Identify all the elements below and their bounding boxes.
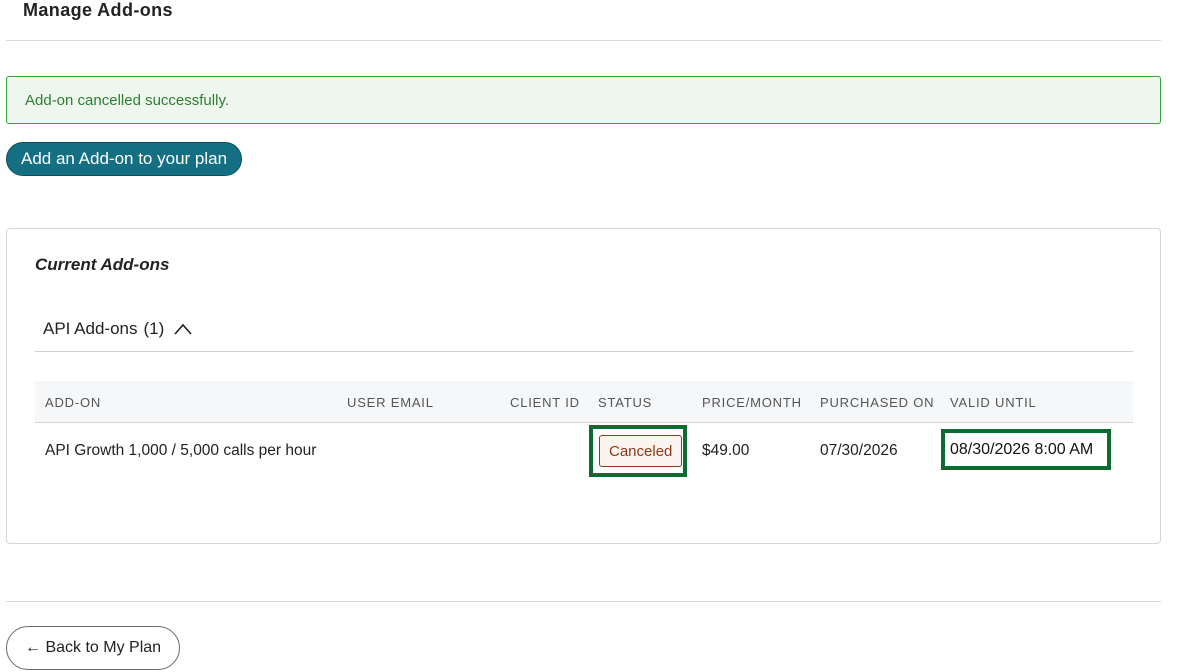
cell-addon-name: API Growth 1,000 / 5,000 calls per hour: [45, 442, 317, 459]
chevron-up-icon: [174, 323, 192, 335]
section-divider: [35, 351, 1133, 352]
status-badge: Canceled: [599, 435, 683, 467]
table-header: ADD-ON USER EMAIL CLIENT ID STATUS PRICE…: [35, 381, 1133, 423]
add-addon-button[interactable]: Add an Add-on to your plan: [6, 142, 243, 176]
alert-message: Add-on cancelled successfully.: [25, 91, 229, 109]
column-header-price: PRICE/MONTH: [702, 395, 802, 410]
back-to-plan-button[interactable]: ← Back to My Plan: [6, 626, 181, 670]
current-addons-card: Current Add-ons API Add-ons (1) ADD-ON U…: [6, 228, 1161, 544]
page-title: Manage Add-ons: [23, 0, 173, 20]
column-header-client-id: CLIENT ID: [510, 395, 580, 410]
success-alert: Add-on cancelled successfully.: [6, 76, 1161, 124]
section-count: (1): [143, 319, 165, 338]
column-header-addon: ADD-ON: [45, 395, 102, 410]
card-title: Current Add-ons: [35, 255, 170, 274]
column-header-valid-until: VALID UNTIL: [950, 395, 1037, 410]
table-row: API Growth 1,000 / 5,000 calls per hour …: [35, 423, 1133, 479]
footer-divider: [6, 601, 1161, 602]
header-divider: [6, 40, 1161, 41]
cell-purchased-on: 07/30/2026: [820, 442, 898, 459]
status-highlight: Canceled: [589, 425, 687, 477]
cell-valid-until: 08/30/2026 8:00 AM: [950, 440, 1094, 458]
section-label: API Add-ons: [43, 319, 138, 338]
cell-price: $49.00: [702, 442, 750, 459]
valid-until-highlight: 08/30/2026 8:00 AM: [941, 429, 1111, 470]
column-header-purchased-on: PURCHASED ON: [820, 395, 935, 410]
column-header-user-email: USER EMAIL: [347, 395, 434, 410]
column-header-status: STATUS: [598, 395, 653, 410]
api-addons-section-toggle[interactable]: API Add-ons (1): [43, 319, 192, 339]
